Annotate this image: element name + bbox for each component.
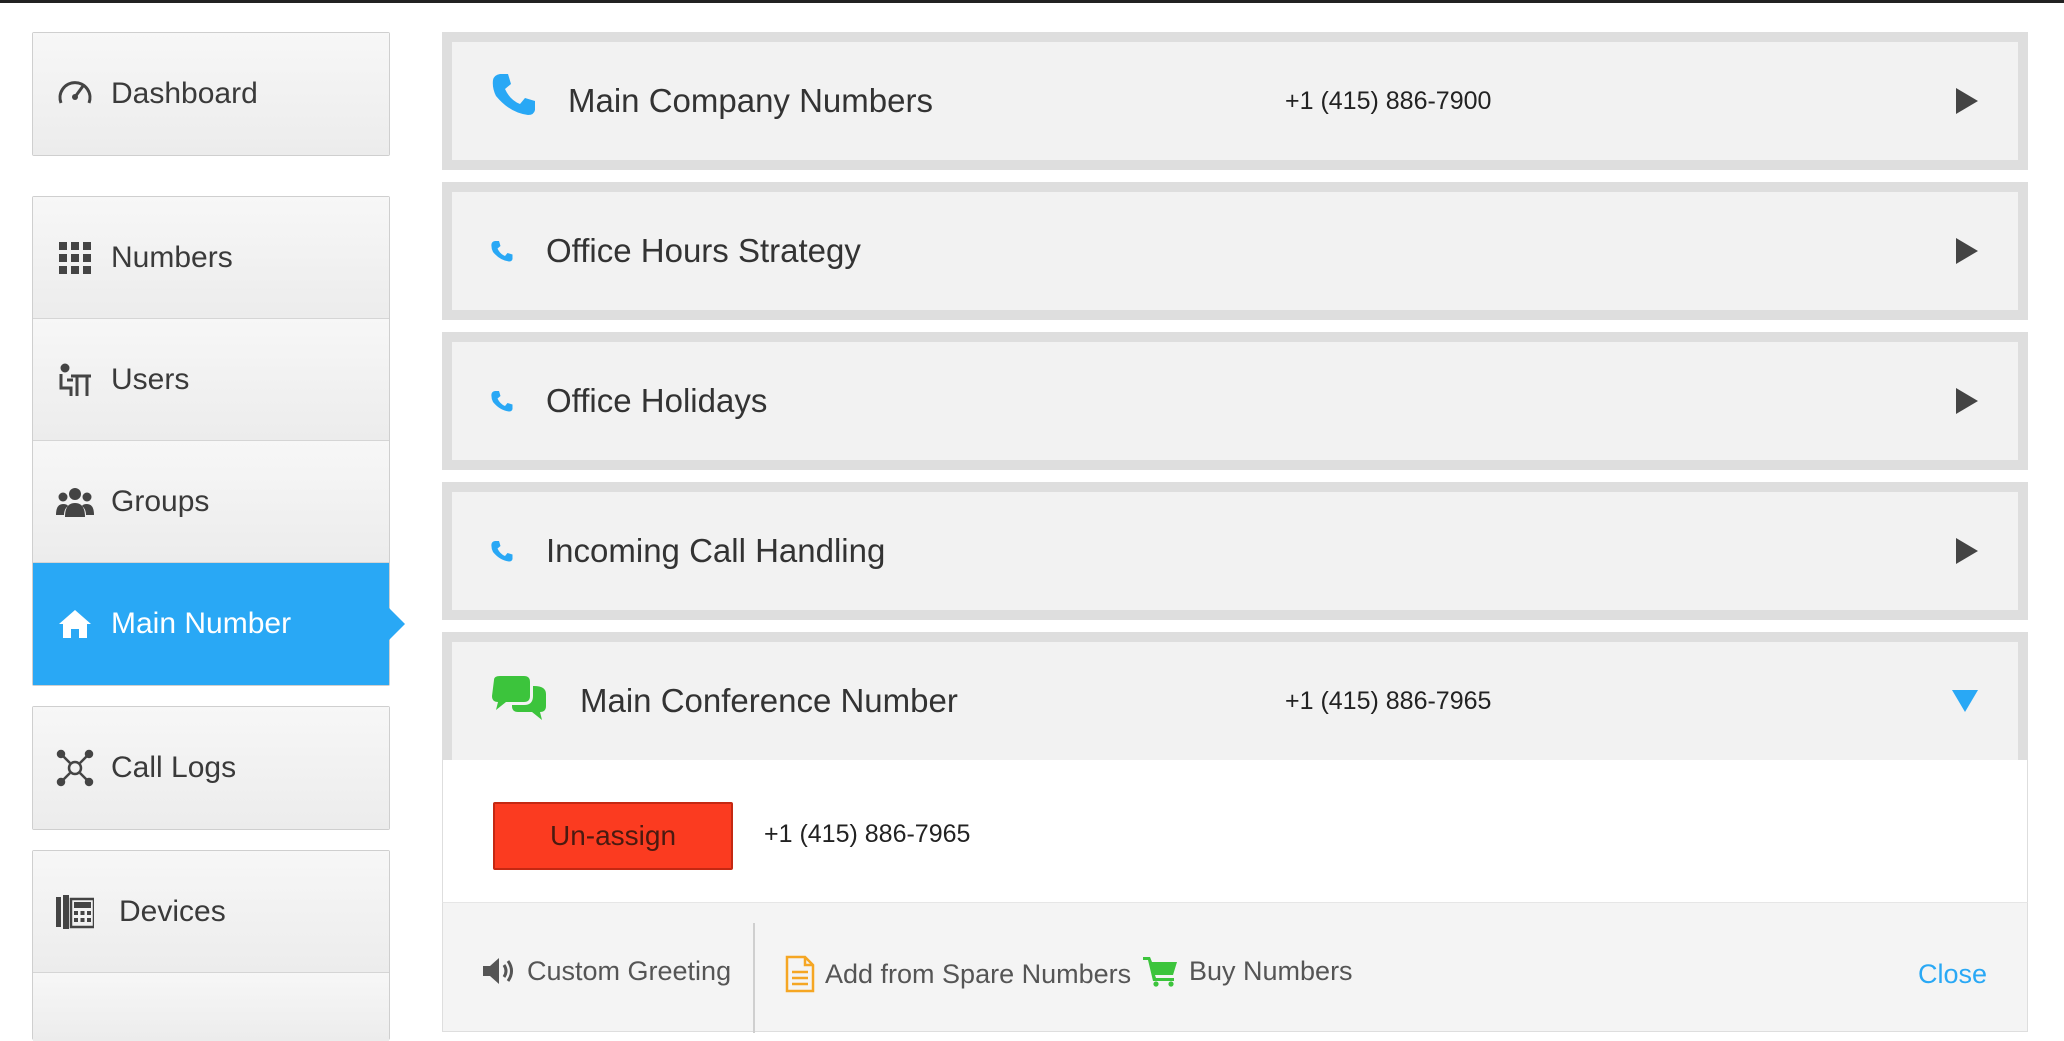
sidebar-item-partial[interactable] bbox=[33, 973, 389, 1041]
panel-title: Incoming Call Handling bbox=[546, 532, 886, 569]
sidebar-item-dashboard[interactable]: Dashboard bbox=[33, 33, 389, 155]
phone-small-icon bbox=[490, 389, 514, 413]
buy-numbers-link[interactable]: Buy Numbers bbox=[1143, 955, 1353, 987]
user-desk-icon bbox=[53, 358, 97, 402]
unassign-button[interactable]: Un-assign bbox=[493, 802, 733, 870]
sidebar-item-numbers[interactable]: Numbers bbox=[33, 197, 389, 319]
sidebar-item-label: Groups bbox=[111, 484, 210, 518]
panel-main-conference-number[interactable]: Main Conference Number +1 (415) 886-7965 bbox=[442, 632, 2028, 760]
expand-arrow-icon[interactable] bbox=[1956, 388, 1978, 414]
home-icon bbox=[53, 602, 97, 646]
panel-title: Office Holidays bbox=[546, 382, 768, 419]
main-panels: Main Company Numbers +1 (415) 886-7900 O… bbox=[442, 32, 2028, 1033]
sidebar: Dashboard Numbers Users Groups Main Numb… bbox=[0, 0, 420, 1041]
action-divider bbox=[753, 923, 755, 1033]
assigned-number: +1 (415) 886-7965 bbox=[764, 820, 971, 848]
sidebar-item-label: Main Number bbox=[111, 607, 292, 640]
phone-small-icon bbox=[490, 239, 514, 263]
sidebar-item-groups[interactable]: Groups bbox=[33, 441, 389, 563]
panel-title: Main Conference Number bbox=[580, 682, 958, 719]
keypad-grid-icon bbox=[53, 236, 97, 280]
close-link[interactable]: Close bbox=[1918, 959, 1987, 990]
panel-title: Main Company Numbers bbox=[568, 82, 933, 119]
sidebar-item-label: Devices bbox=[119, 894, 226, 928]
nav-group-call-logs: Call Logs bbox=[32, 706, 390, 830]
panel-main-company-numbers[interactable]: Main Company Numbers +1 (415) 886-7900 bbox=[442, 32, 2028, 170]
sidebar-item-main-number[interactable]: Main Number bbox=[33, 563, 405, 685]
panel-title: Office Hours Strategy bbox=[546, 232, 861, 269]
sidebar-item-label: Users bbox=[111, 362, 190, 396]
sidebar-item-label: Numbers bbox=[111, 240, 233, 274]
chat-bubbles-icon bbox=[490, 676, 548, 724]
add-from-spare-numbers-link[interactable]: Add from Spare Numbers bbox=[785, 955, 1131, 993]
nav-group-main: Numbers Users Groups Main Number bbox=[32, 196, 405, 686]
panel-office-hours-strategy[interactable]: Office Hours Strategy bbox=[442, 182, 2028, 320]
nav-group-devices: Devices bbox=[32, 850, 390, 1041]
sidebar-item-call-logs[interactable]: Call Logs bbox=[33, 707, 389, 829]
desk-phone-icon bbox=[53, 890, 97, 934]
expand-arrow-icon[interactable] bbox=[1956, 88, 1978, 114]
expand-arrow-icon[interactable] bbox=[1956, 538, 1978, 564]
panel-incoming-call-handling[interactable]: Incoming Call Handling bbox=[442, 482, 2028, 620]
expand-arrow-icon[interactable] bbox=[1956, 238, 1978, 264]
phone-small-icon bbox=[490, 539, 514, 563]
buy-numbers-label: Buy Numbers bbox=[1189, 955, 1353, 986]
phone-icon bbox=[490, 70, 538, 118]
panel-office-holidays[interactable]: Office Holidays bbox=[442, 332, 2028, 470]
sidebar-item-devices[interactable]: Devices bbox=[33, 851, 389, 973]
sidebar-item-label: Dashboard bbox=[111, 77, 258, 110]
shopping-cart-icon bbox=[1143, 955, 1179, 987]
panel-number: +1 (415) 886-7965 bbox=[1285, 686, 1492, 715]
document-icon bbox=[785, 955, 815, 993]
add-from-spare-numbers-label: Add from Spare Numbers bbox=[825, 958, 1132, 989]
expanded-panel-body: Un-assign +1 (415) 886-7965 bbox=[442, 760, 2028, 902]
sidebar-item-label: Call Logs bbox=[111, 751, 237, 784]
panel-action-bar: Custom Greeting Add from Spare Numbers B… bbox=[442, 902, 2028, 1033]
custom-greeting-link[interactable]: Custom Greeting bbox=[481, 955, 731, 987]
group-people-icon bbox=[53, 480, 97, 524]
nav-group-dashboard: Dashboard bbox=[32, 32, 390, 156]
panel-number: +1 (415) 886-7900 bbox=[1285, 86, 1492, 115]
speaker-icon bbox=[481, 955, 517, 987]
sidebar-item-users[interactable]: Users bbox=[33, 319, 389, 441]
custom-greeting-label: Custom Greeting bbox=[527, 955, 732, 986]
collapse-arrow-icon[interactable] bbox=[1952, 690, 1978, 712]
dashboard-gauge-icon bbox=[53, 72, 97, 116]
network-nodes-icon bbox=[53, 746, 97, 790]
